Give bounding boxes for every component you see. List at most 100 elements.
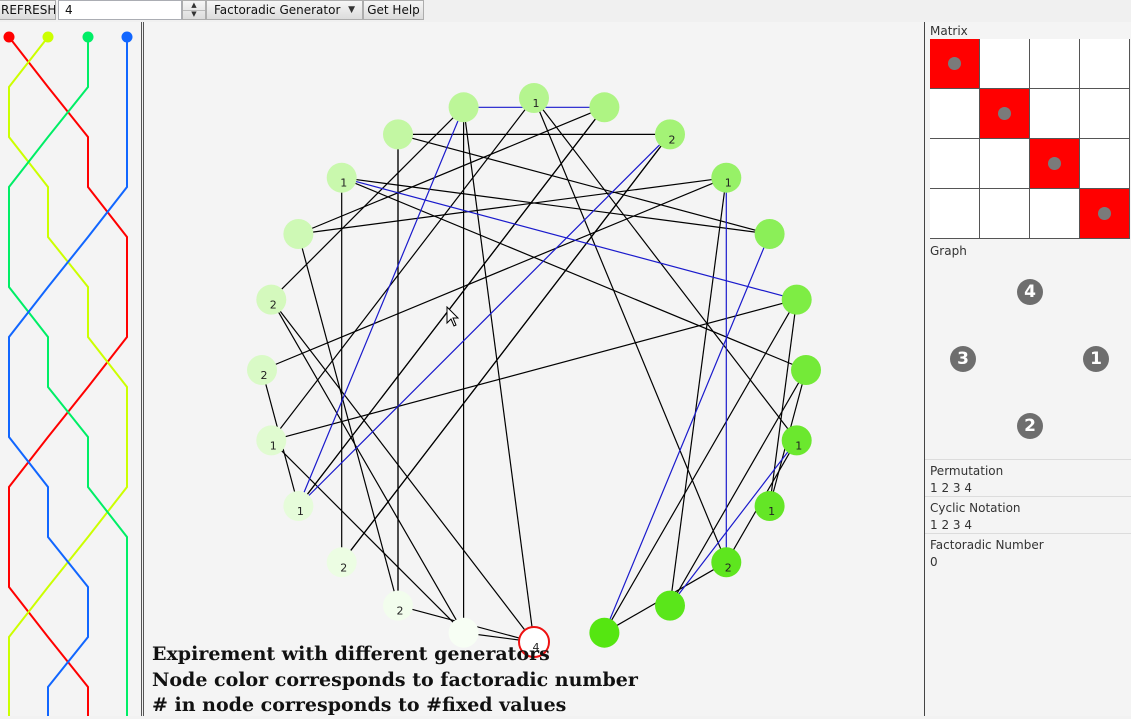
strand-head-icon xyxy=(121,31,133,43)
generator-select[interactable]: Factoradic Generator ▼ xyxy=(206,0,363,20)
stepper-down-icon[interactable]: ▼ xyxy=(183,10,205,19)
matrix-cell xyxy=(1080,89,1130,139)
graph-node[interactable]: 2 xyxy=(326,547,357,578)
graph-edge xyxy=(341,177,807,371)
graph-node[interactable] xyxy=(589,617,620,648)
graph-node[interactable]: 2 xyxy=(247,355,277,385)
graph-edge xyxy=(271,299,797,441)
matrix-cell xyxy=(1030,89,1080,139)
graph-node-label: 2 xyxy=(397,605,404,618)
graph-edge xyxy=(270,299,535,643)
braid-diagram xyxy=(3,31,133,716)
strand-head-icon xyxy=(3,31,15,43)
mouse-cursor-icon xyxy=(446,306,460,327)
graph-node[interactable]: 1 xyxy=(711,162,742,193)
graph-node-left: 3 xyxy=(950,346,976,372)
graph-node[interactable] xyxy=(589,92,620,123)
graph-edge xyxy=(463,107,535,643)
graph-node-label: 1 xyxy=(533,97,540,110)
matrix-cell xyxy=(1080,39,1130,89)
graph-edge-highlight xyxy=(341,177,797,301)
matrix-cell xyxy=(980,189,1030,239)
divider xyxy=(925,459,1131,460)
graph-edge xyxy=(270,299,465,633)
graph-edge xyxy=(533,97,727,563)
graph-edge xyxy=(533,97,798,441)
graph-canvas[interactable]: 42111211221122 xyxy=(143,22,926,716)
permutation-graph[interactable]: 42111211221122 xyxy=(144,22,924,716)
graph-node[interactable]: 2 xyxy=(711,547,742,578)
matrix-cell xyxy=(980,89,1030,139)
graph-node[interactable]: 2 xyxy=(655,119,685,150)
graph-node[interactable]: 1 xyxy=(326,162,357,193)
matrix-dot-icon xyxy=(998,107,1011,120)
get-help-button[interactable]: Get Help xyxy=(363,0,424,20)
refresh-button[interactable]: REFRESH xyxy=(0,0,56,20)
matrix-cell xyxy=(1030,189,1080,239)
graph-node[interactable]: 1 xyxy=(781,425,812,456)
graph-node-label: 1 xyxy=(725,177,732,190)
caption-line-2: Node color corresponds to factoradic num… xyxy=(152,669,638,691)
matrix-cell xyxy=(1080,189,1130,239)
matrix-cell xyxy=(1080,139,1130,189)
permutation-value: 1 2 3 4 xyxy=(930,481,972,495)
graph-edge xyxy=(270,439,465,634)
n-input[interactable] xyxy=(58,0,182,20)
n-stepper[interactable]: ▲ ▼ xyxy=(182,0,206,20)
strand-head-icon xyxy=(42,31,54,43)
graph-edge xyxy=(603,299,798,633)
generator-select-value: Factoradic Generator xyxy=(214,3,341,17)
graph-node[interactable] xyxy=(791,355,821,385)
matrix-cell xyxy=(1030,39,1080,89)
graph-edge-highlight xyxy=(297,107,465,507)
divider xyxy=(925,533,1131,534)
graph-node[interactable] xyxy=(283,219,314,249)
graph-edge-highlight xyxy=(297,133,671,507)
graph-node-bottom: 2 xyxy=(1017,413,1043,439)
graph-node[interactable]: 1 xyxy=(754,491,785,521)
graph-node-right: 1 xyxy=(1083,346,1109,372)
graph-node[interactable] xyxy=(383,119,413,150)
graph-edge xyxy=(270,97,535,441)
graph-node-label: 1 xyxy=(795,439,802,452)
matrix-dot-icon xyxy=(948,57,961,70)
info-panel: Matrix Graph 4 3 1 2 Permutation 1 2 3 4… xyxy=(925,22,1131,716)
matrix-cell xyxy=(980,39,1030,89)
matrix-cell xyxy=(930,189,980,239)
graph-node[interactable]: 1 xyxy=(256,425,287,456)
caption-line-1: Expirement with different generators xyxy=(152,643,550,665)
matrix-cell xyxy=(930,89,980,139)
graph-title: Graph xyxy=(930,244,967,258)
graph-node-label: 1 xyxy=(270,439,277,452)
matrix-title: Matrix xyxy=(930,24,968,38)
graph-node[interactable]: 1 xyxy=(519,83,549,113)
factoradic-title: Factoradic Number xyxy=(930,538,1044,552)
matrix-cell xyxy=(930,39,980,89)
graph-edge-highlight xyxy=(603,233,771,633)
graph-node-label: 2 xyxy=(669,133,676,146)
factoradic-value: 0 xyxy=(930,555,938,569)
graph-node[interactable] xyxy=(781,284,812,315)
graph-node-label: 2 xyxy=(340,561,347,574)
matrix-cell xyxy=(1030,139,1080,189)
graph-node[interactable] xyxy=(655,590,685,621)
permutation-matrix xyxy=(930,39,1130,239)
braid-panel xyxy=(0,22,142,716)
matrix-dot-icon xyxy=(1048,157,1061,170)
caption-line-3: # in node corresponds to #fixed values xyxy=(152,694,567,716)
graph-node[interactable]: 1 xyxy=(283,491,314,521)
graph-node-label: 1 xyxy=(340,177,347,190)
graph-node-label: 1 xyxy=(297,505,304,518)
graph-node-label: 1 xyxy=(768,505,775,518)
graph-edge xyxy=(270,106,465,301)
strand-head-icon xyxy=(82,31,94,43)
chevron-down-icon: ▼ xyxy=(348,5,355,15)
braid-strand xyxy=(8,36,128,716)
graph-node[interactable] xyxy=(448,92,479,123)
graph-node[interactable]: 2 xyxy=(383,590,413,621)
graph-node[interactable]: 2 xyxy=(256,284,287,315)
graph-edge xyxy=(769,299,798,507)
matrix-cell xyxy=(930,139,980,189)
cyclic-value: 1 2 3 4 xyxy=(930,518,972,532)
graph-node[interactable] xyxy=(754,219,785,249)
